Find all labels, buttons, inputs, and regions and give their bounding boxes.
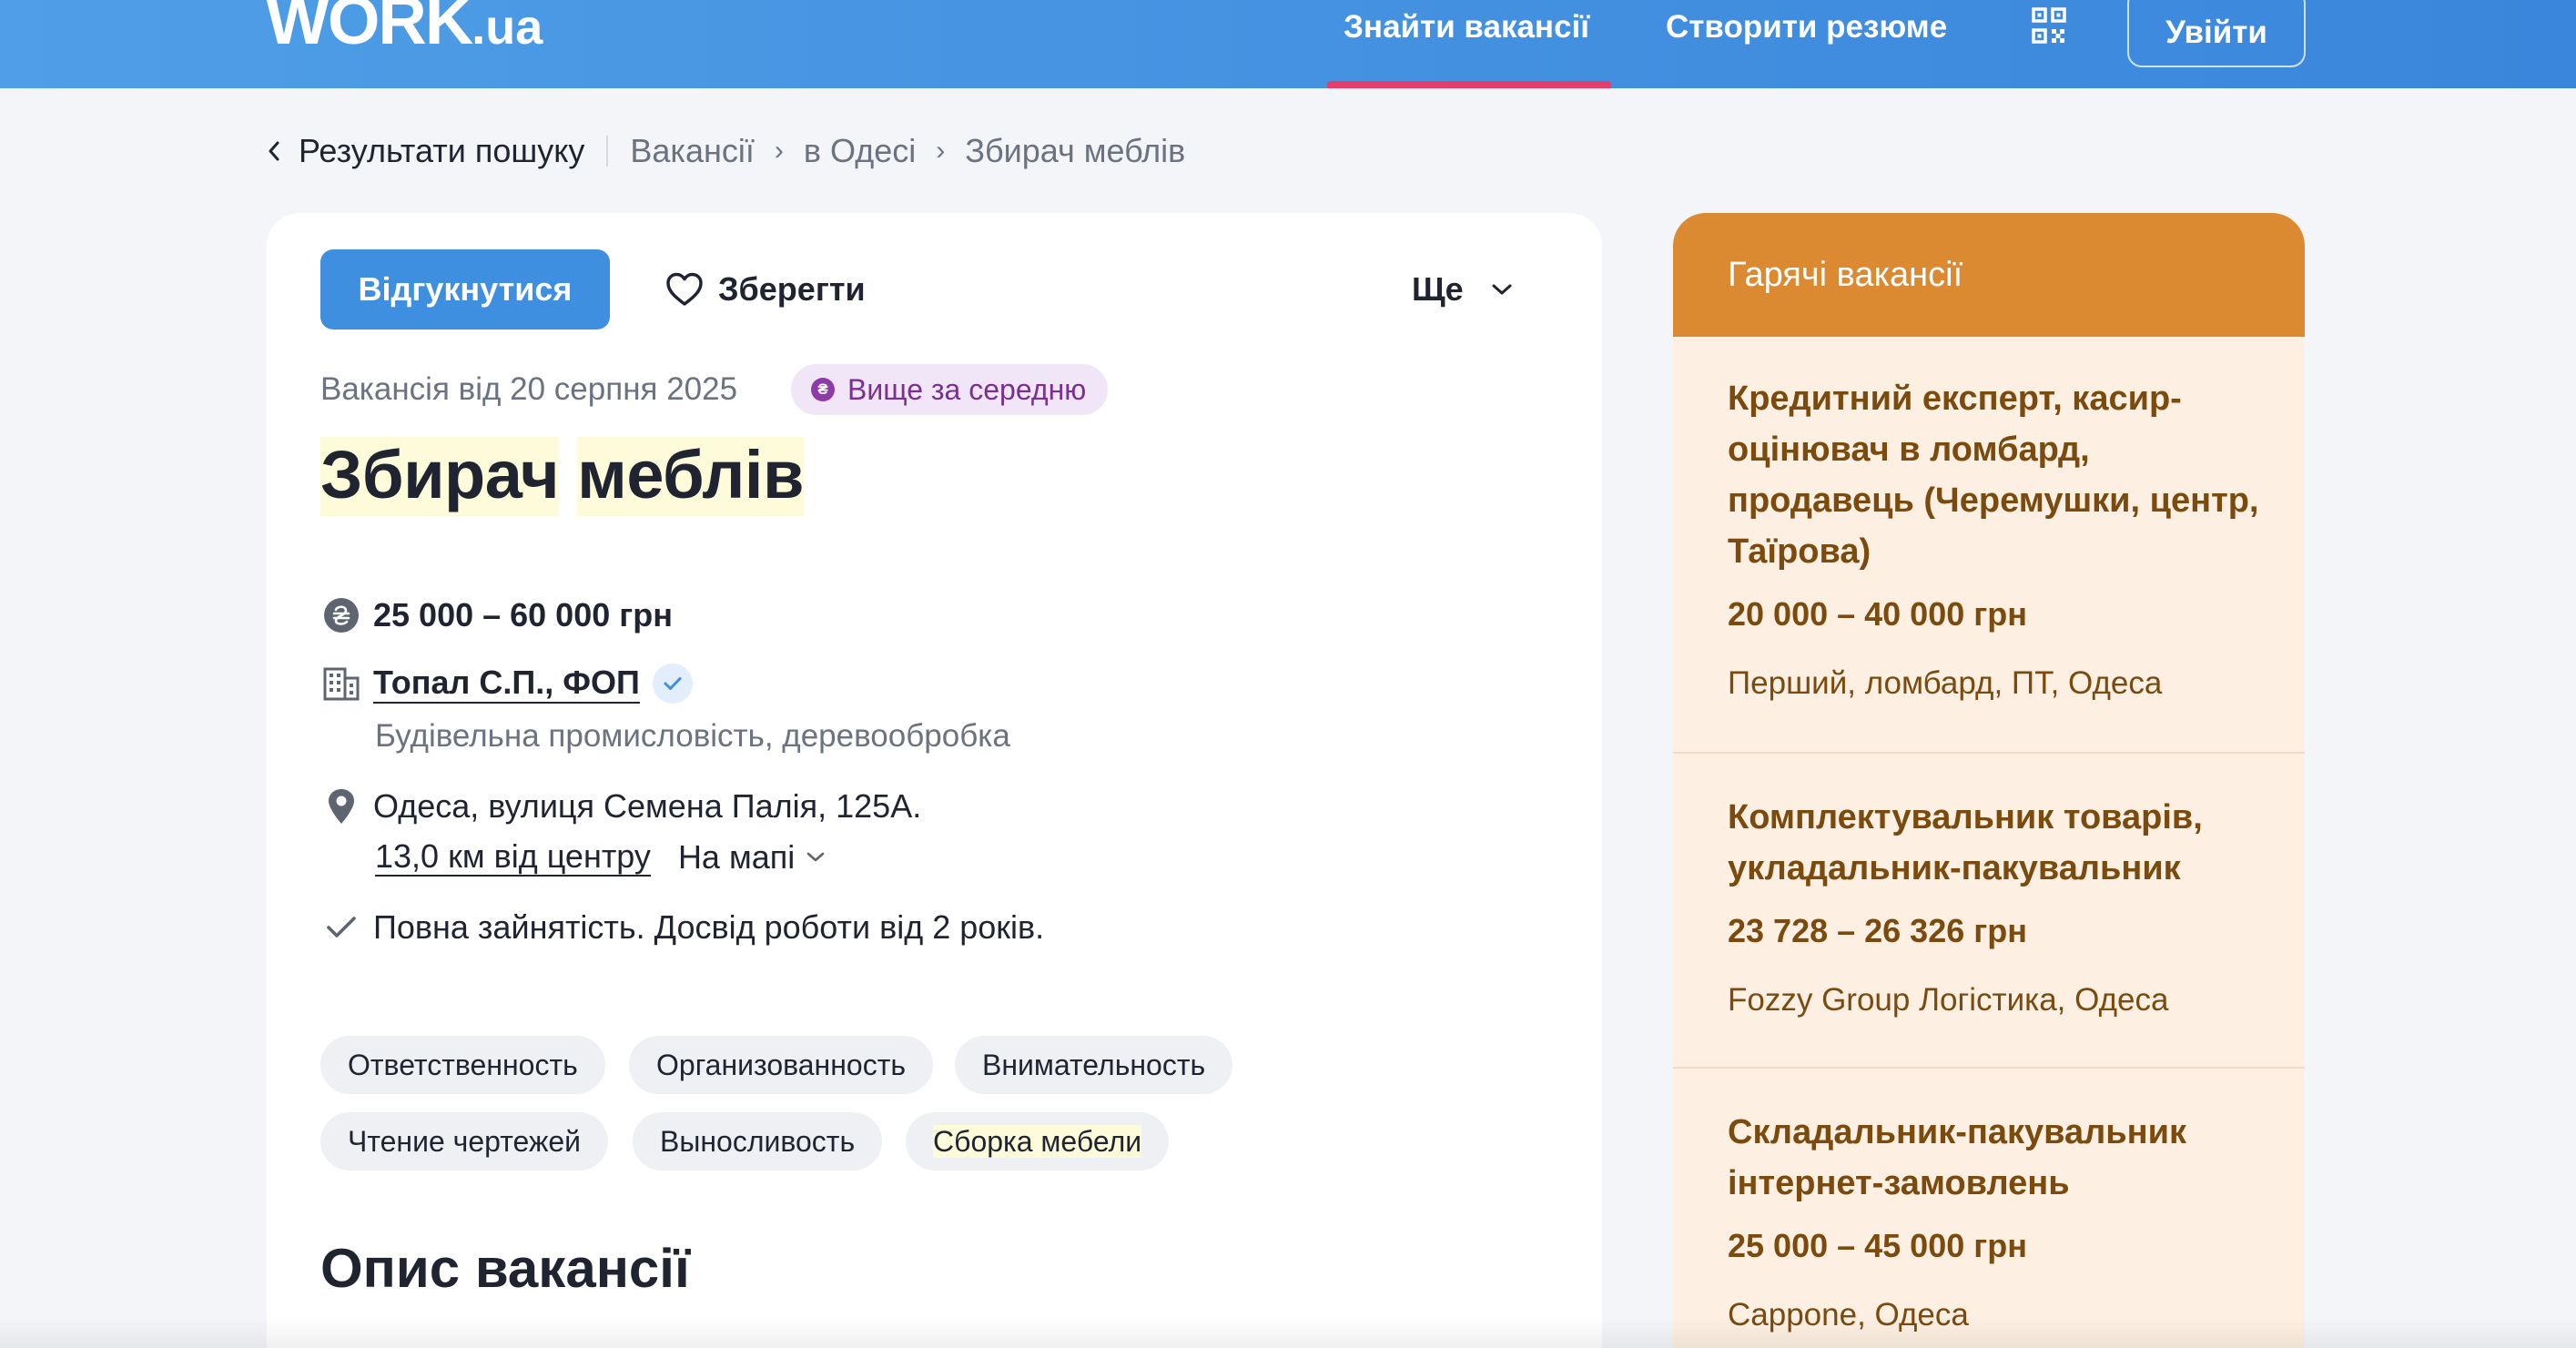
company-industry: Будівельна промисловість, деревообробка — [375, 718, 1010, 754]
chevron-down-icon — [1492, 284, 1512, 295]
hot-job-title[interactable]: Комплектувальник товарів, укладальник-па… — [1728, 792, 2268, 894]
address-row: Одеса, вулиця Семена Палія, 125А. — [320, 785, 921, 827]
breadcrumb: Результати пошуку Вакансії › в Одесі › З… — [268, 129, 1185, 173]
chevron-down-icon — [806, 852, 825, 862]
show-on-map-toggle[interactable]: На мапі — [678, 836, 826, 878]
badge-label: Вище за середню — [847, 372, 1087, 406]
site-logo[interactable]: WORK.ua — [266, 0, 543, 55]
hot-job-company: Перший, ломбард, ПТ, Одеса — [1728, 665, 2163, 701]
nav-create-resume[interactable]: Створити резюме — [1666, 7, 1947, 47]
breadcrumb-divider — [606, 136, 609, 167]
title-word-2: меблів — [577, 437, 804, 516]
skill-tag: Внимательность — [955, 1036, 1233, 1094]
logo-main-text: WORK — [266, 0, 473, 58]
description-heading: Опис вакансії — [320, 1238, 690, 1299]
skill-tag: Выносливость — [633, 1112, 883, 1171]
hot-job-salary: 23 728 – 26 326 грн — [1728, 912, 2027, 949]
skill-tag-label: Сборка мебели — [933, 1125, 1142, 1158]
above-average-salary-badge: ₴ Вище за середню — [791, 364, 1109, 415]
distance-row: 13,0 км від центру На мапі — [375, 836, 826, 878]
hot-job-item[interactable]: Комплектувальник товарів, укладальник-па… — [1673, 792, 2305, 1021]
title-word-1: Збирач — [320, 437, 560, 516]
location-pin-icon — [320, 785, 362, 827]
more-button-label: Ще — [1412, 270, 1464, 308]
chevron-right-icon: › — [936, 136, 946, 166]
active-tab-indicator — [1327, 81, 1611, 88]
breadcrumb-item-vacancies[interactable]: Вакансії — [630, 132, 754, 170]
hot-jobs-panel: Гарячі вакансії Кредитний експерт, касир… — [1673, 213, 2305, 1348]
hot-job-title[interactable]: Складальник-пакувальник інтернет-замовле… — [1728, 1107, 2268, 1209]
vacancy-card: Відгукнутися Зберегти Ще Вакансія від 20… — [267, 213, 1602, 1348]
map-toggle-label: На мапі — [677, 838, 796, 876]
salary-row: 25 000 – 60 000 грн — [320, 594, 673, 636]
hot-job-item[interactable]: Кредитний експерт, касир-оцінювач в ломб… — [1673, 373, 2305, 704]
scroll-shadow — [0, 1316, 2576, 1348]
distance-link[interactable]: 13,0 км від центру — [375, 838, 651, 877]
skill-tag: Организованность — [629, 1036, 934, 1094]
hot-job-company: Fozzy Group Логістика, Одеса — [1728, 982, 2169, 1018]
hot-jobs-divider — [1673, 752, 2305, 754]
skill-tag: Ответственность — [320, 1036, 605, 1094]
breadcrumb-item-current: Збирач меблів — [965, 132, 1186, 169]
hot-job-salary: 25 000 – 45 000 грн — [1728, 1227, 2027, 1264]
salary-value: 25 000 – 60 000 грн — [373, 596, 673, 633]
qr-code-icon[interactable] — [2032, 7, 2066, 44]
save-button[interactable]: Зберегти — [665, 266, 866, 313]
apply-button[interactable]: Відгукнутися — [320, 249, 610, 329]
address-text: Одеса, вулиця Семена Палія, 125А. — [373, 787, 922, 825]
checkmark-icon — [320, 907, 362, 948]
heart-icon — [666, 272, 703, 306]
chevron-right-icon: › — [774, 136, 784, 166]
hot-job-item[interactable]: Складальник-пакувальник інтернет-замовле… — [1673, 1107, 2305, 1336]
save-button-label: Зберегти — [718, 270, 866, 308]
back-link-label: Результати пошуку — [299, 132, 585, 169]
building-icon — [320, 663, 362, 704]
vacancy-title: Збирач меблів — [320, 435, 804, 516]
logo-suffix-text: .ua — [472, 0, 543, 55]
chevron-left-icon — [269, 141, 279, 161]
more-menu-button[interactable]: Ще — [1412, 266, 1513, 313]
breadcrumb-item-city[interactable]: в Одесі — [804, 132, 916, 170]
hot-jobs-heading: Гарячі вакансії — [1673, 213, 2305, 337]
back-to-results-link[interactable]: Результати пошуку — [268, 132, 584, 170]
hot-jobs-divider — [1673, 1067, 2305, 1069]
hryvnia-icon — [320, 594, 362, 636]
nav-find-jobs[interactable]: Знайти вакансії — [1344, 7, 1589, 47]
login-button[interactable]: Увійти — [2127, 0, 2306, 67]
hot-job-salary: 20 000 – 40 000 грн — [1728, 595, 2027, 633]
company-row: Топал С.П., ФОП — [320, 663, 693, 704]
verified-check-icon — [652, 664, 693, 704]
employment-text: Повна зайнятість. Досвід роботи від 2 ро… — [373, 908, 1045, 946]
skill-tag: Чтение чертежей — [320, 1112, 609, 1171]
employment-row: Повна зайнятість. Досвід роботи від 2 ро… — [320, 907, 1044, 948]
top-navbar: WORK.ua Знайти вакансії Створити резюме … — [0, 0, 2576, 88]
vacancy-date: Вакансія від 20 серпня 2025 — [320, 371, 738, 407]
company-link[interactable]: Топал С.П., ФОП — [373, 664, 640, 704]
skill-tag-highlighted: Сборка мебели — [906, 1112, 1170, 1171]
hot-job-title[interactable]: Кредитний експерт, касир-оцінювач в ломб… — [1728, 373, 2268, 577]
hryvnia-coin-icon: ₴ — [811, 378, 835, 401]
